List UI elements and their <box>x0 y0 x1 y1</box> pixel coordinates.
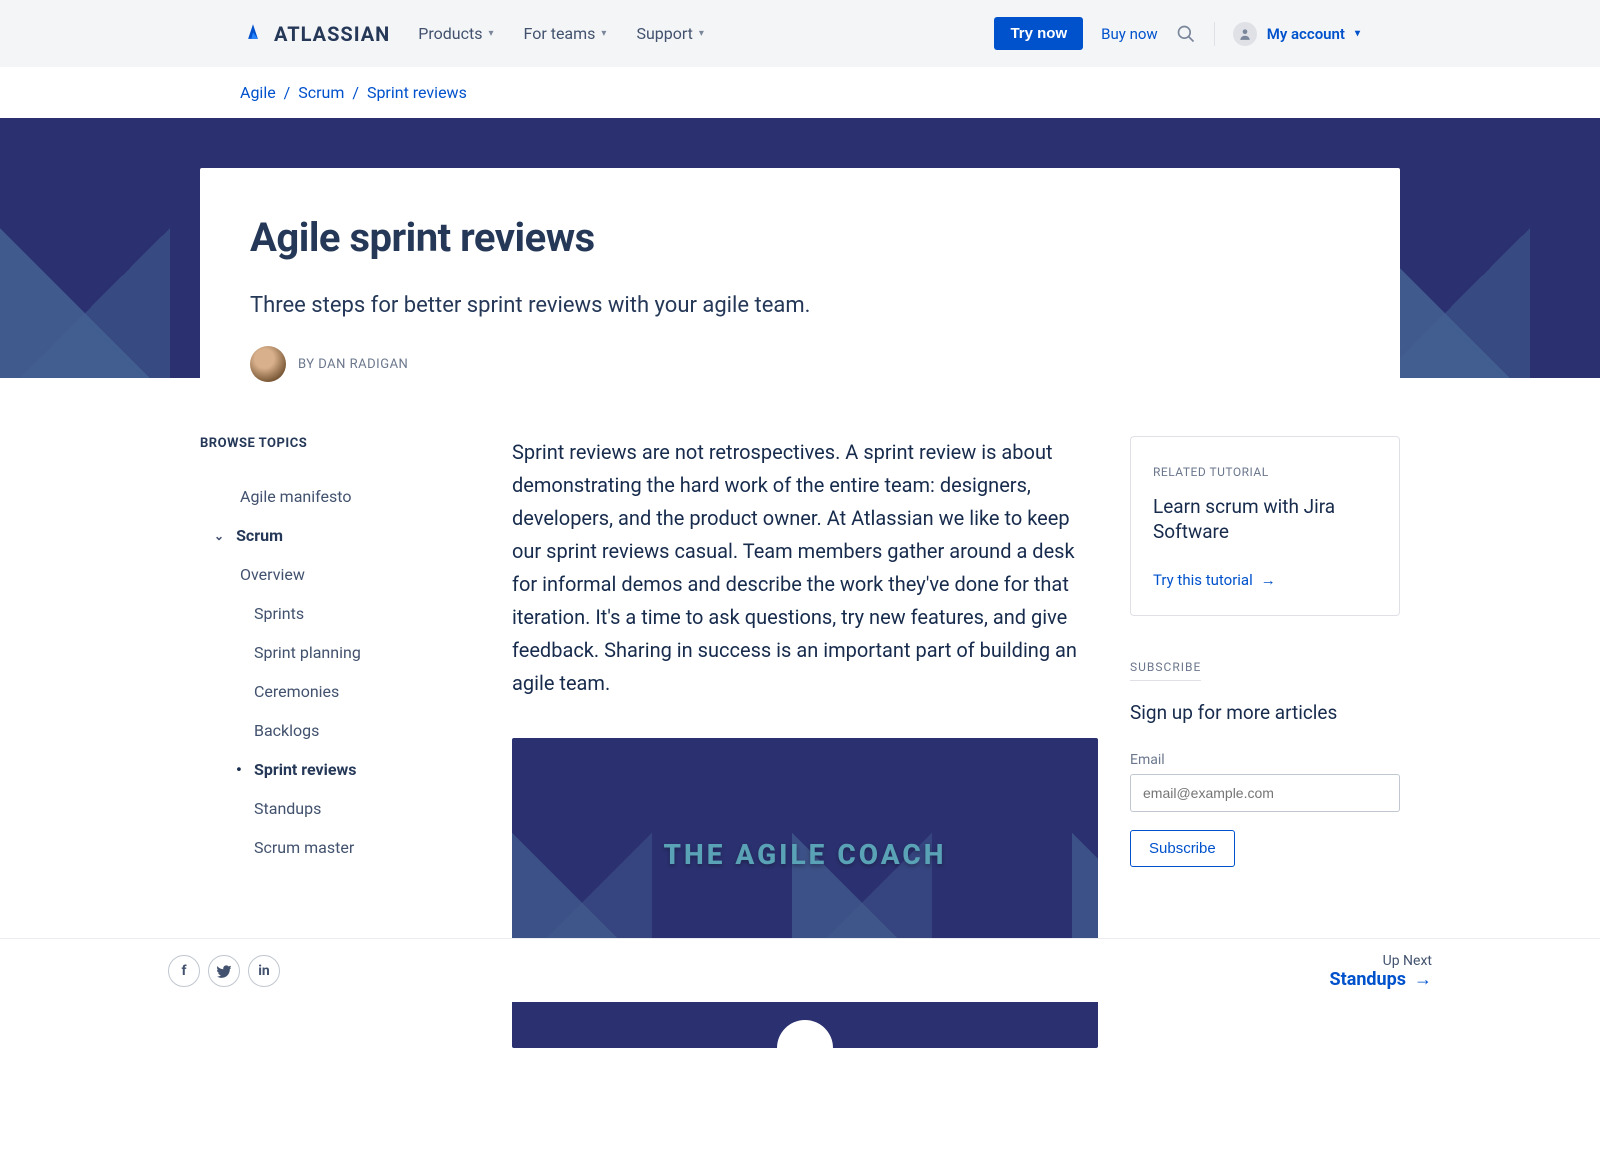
email-input[interactable] <box>1130 774 1400 812</box>
logo[interactable]: ATLASSIAN <box>240 21 390 47</box>
related-label: RELATED TUTORIAL <box>1153 465 1377 479</box>
avatar-icon <box>1233 22 1257 46</box>
hero-card: Agile sprint reviews Three steps for bet… <box>200 168 1400 412</box>
related-tutorial-card: RELATED TUTORIAL Learn scrum with Jira S… <box>1130 436 1400 616</box>
related-cta[interactable]: Try this tutorial → <box>1153 571 1276 589</box>
search-icon[interactable] <box>1176 24 1196 44</box>
breadcrumb-agile[interactable]: Agile <box>240 83 276 102</box>
sidebar-item-sprints[interactable]: Sprints <box>200 594 480 633</box>
sidebar-item-standups[interactable]: Standups <box>200 789 480 828</box>
sidebar-item-ceremonies[interactable]: Ceremonies <box>200 672 480 711</box>
author-row: BY DAN RADIGAN <box>250 346 1350 382</box>
up-next-link[interactable]: Standups → <box>1330 969 1432 990</box>
breadcrumb-row: Agile / Scrum / Sprint reviews <box>0 67 1600 118</box>
video-title: THE AGILE COACH <box>512 838 1098 871</box>
arrow-right-icon: → <box>1261 571 1276 589</box>
sidebar-item-sprint-planning[interactable]: Sprint planning <box>200 633 480 672</box>
sidebar-heading: BROWSE TOPICS <box>200 436 480 451</box>
sidebar-item-sprint-reviews[interactable]: Sprint reviews <box>200 750 480 789</box>
arrow-right-icon: → <box>1414 969 1432 990</box>
logo-text: ATLASSIAN <box>274 22 390 46</box>
breadcrumb: Agile / Scrum / Sprint reviews <box>230 67 1370 118</box>
subscribe-block: SUBSCRIBE Sign up for more articles Emai… <box>1130 656 1400 867</box>
subscribe-button[interactable]: Subscribe <box>1130 830 1235 867</box>
author-byline: BY DAN RADIGAN <box>298 357 408 372</box>
related-title: Learn scrum with Jira Software <box>1153 495 1377 544</box>
nav-for-teams[interactable]: For teams▾ <box>524 24 607 43</box>
twitter-icon <box>217 964 231 978</box>
breadcrumb-scrum[interactable]: Scrum <box>298 83 344 102</box>
sidebar-item-overview[interactable]: Overview <box>200 555 480 594</box>
sidebar-item-agile-manifesto[interactable]: Agile manifesto <box>200 477 480 516</box>
nav-support[interactable]: Support▾ <box>636 24 704 43</box>
subscribe-title: Sign up for more articles <box>1130 701 1400 724</box>
author-avatar <box>250 346 286 382</box>
sidebar-item-backlogs[interactable]: Backlogs <box>200 711 480 750</box>
atlassian-logo-icon <box>240 21 266 47</box>
up-next-label: Up Next <box>1330 953 1432 969</box>
chevron-down-icon: ⌄ <box>214 529 224 543</box>
nav-products[interactable]: Products▾ <box>418 24 493 43</box>
try-now-button[interactable]: Try now <box>994 17 1083 50</box>
chevron-down-icon: ▾ <box>699 28 704 39</box>
social-row: f in <box>168 955 280 987</box>
chevron-down-icon: ▾ <box>1355 28 1360 39</box>
chevron-down-icon: ▾ <box>488 28 493 39</box>
breadcrumb-sprint-reviews[interactable]: Sprint reviews <box>367 83 467 102</box>
buy-now-link[interactable]: Buy now <box>1101 25 1158 43</box>
article-intro: Sprint reviews are not retrospectives. A… <box>512 436 1098 700</box>
chevron-down-icon: ▾ <box>601 28 606 39</box>
top-nav: ATLASSIAN Products▾ For teams▾ Support▾ … <box>0 0 1600 67</box>
email-label: Email <box>1130 752 1400 768</box>
play-icon <box>777 1020 833 1048</box>
sidebar-item-scrum-master[interactable]: Scrum master <box>200 828 480 867</box>
page-title: Agile sprint reviews <box>250 214 1350 261</box>
bottom-bar: f in Up Next Standups → <box>0 938 1600 1002</box>
page-subtitle: Three steps for better sprint reviews wi… <box>250 293 1350 318</box>
share-twitter[interactable] <box>208 955 240 987</box>
share-facebook[interactable]: f <box>168 955 200 987</box>
sidebar-item-scrum[interactable]: ⌄ Scrum <box>200 516 480 555</box>
subscribe-label: SUBSCRIBE <box>1130 660 1201 681</box>
divider <box>1214 22 1215 46</box>
up-next: Up Next Standups → <box>1330 953 1432 990</box>
share-linkedin[interactable]: in <box>248 955 280 987</box>
my-account[interactable]: My account ▾ <box>1233 22 1360 46</box>
